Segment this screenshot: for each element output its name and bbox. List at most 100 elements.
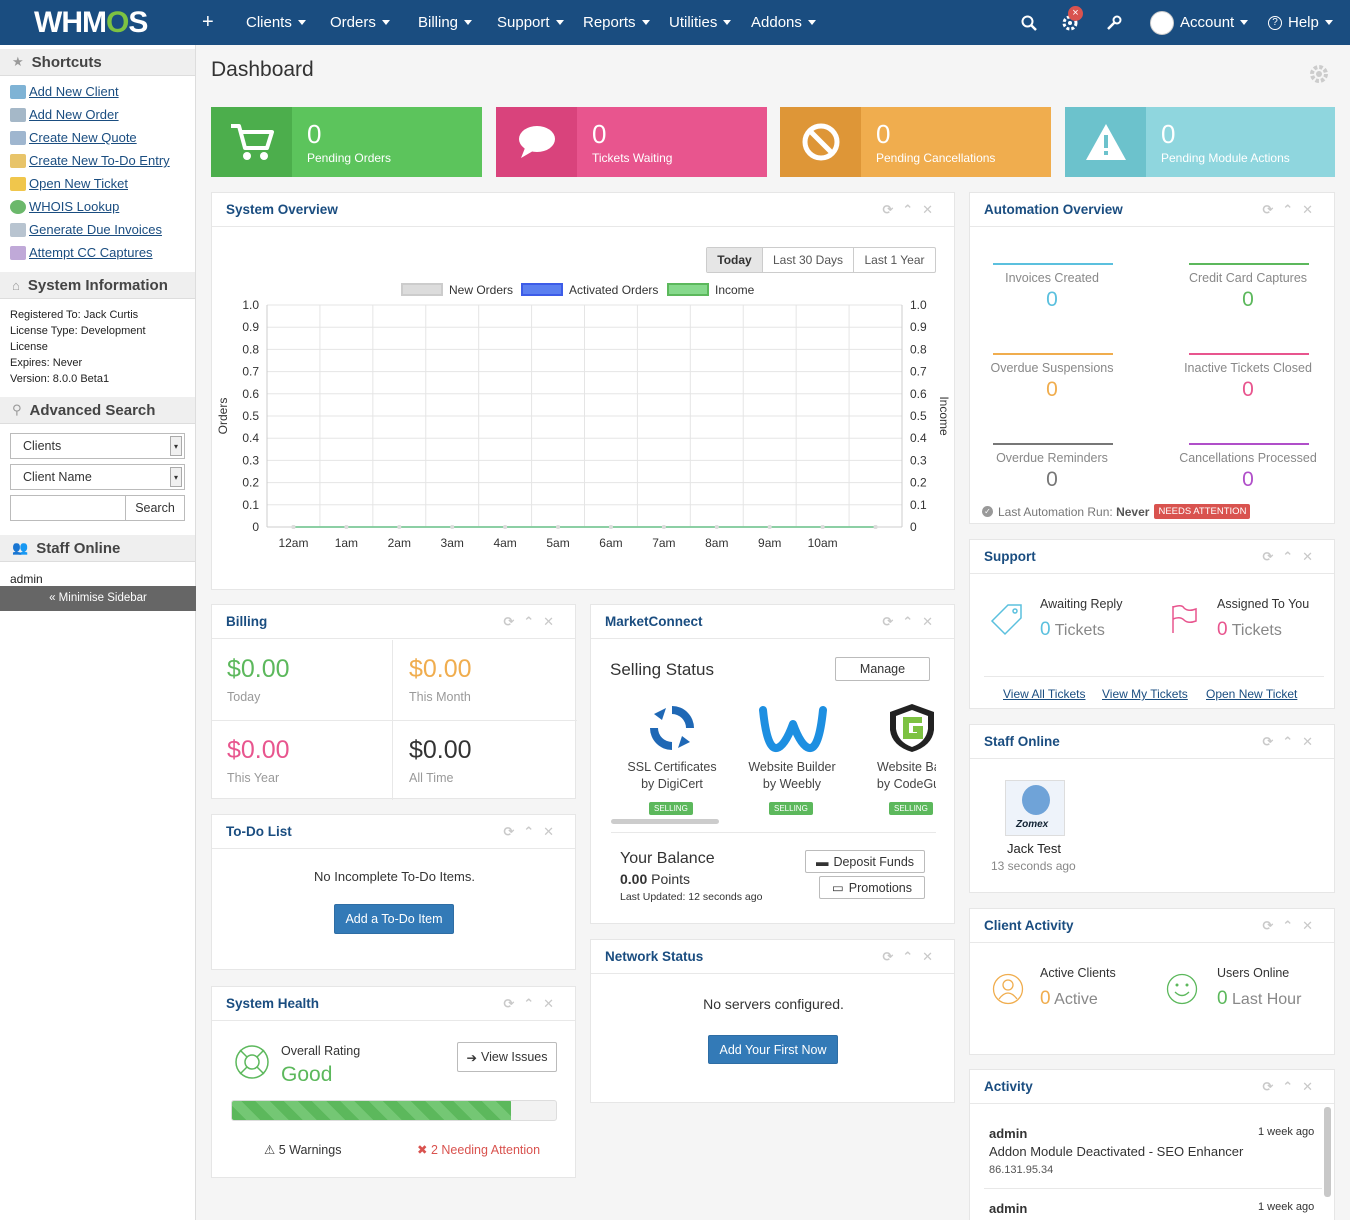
stat-label: Tickets Waiting	[592, 151, 673, 165]
billing-period: All Time	[409, 771, 454, 785]
search-field-select[interactable]: Client Name ▾	[10, 464, 185, 490]
warning-icon	[1065, 107, 1146, 177]
nav-reports[interactable]: Reports	[583, 0, 650, 45]
search-type-select[interactable]: Clients ▾	[10, 433, 185, 459]
automation-value: 0	[1046, 468, 1058, 491]
panel-controls[interactable]: ⟳⌃✕	[1262, 1079, 1322, 1095]
scrollbar[interactable]	[1324, 1107, 1331, 1197]
product-name: Website Bacby CodeGua	[876, 760, 936, 791]
panel-controls[interactable]: ⟳⌃✕	[882, 614, 942, 630]
view-my-tickets-link[interactable]: View My Tickets	[1102, 687, 1188, 701]
overall-rating-label: Overall Rating	[281, 1044, 361, 1058]
alert-badge[interactable]: ×	[1068, 6, 1083, 21]
check-circle-icon: ✓	[982, 506, 993, 517]
wrench-icon[interactable]	[1106, 0, 1122, 45]
view-issues-button[interactable]: ➔ View Issues	[457, 1042, 557, 1072]
warnings-count[interactable]: ⚠ 5 Warnings	[264, 1142, 341, 1157]
user-icon	[992, 973, 1024, 1008]
account-menu[interactable]: Account	[1150, 0, 1249, 45]
panel-controls[interactable]: ⟳⌃✕	[882, 202, 942, 218]
panel-controls[interactable]: ⟳⌃✕	[503, 824, 563, 840]
shortcut-open-ticket[interactable]: Open New Ticket	[0, 172, 195, 195]
panel-controls[interactable]: ⟳⌃✕	[1262, 202, 1322, 218]
x-tick-label: 5am	[546, 536, 569, 550]
panel-header: Support ⟳⌃✕	[970, 540, 1334, 574]
product-carousel[interactable]: SSL Certificates by DigiCert SELLING Webs…	[611, 697, 936, 827]
whmcs-logo[interactable]: WHMOS	[34, 6, 148, 40]
stat-pending-orders[interactable]: 0 Pending Orders	[211, 107, 482, 177]
shortcut-add-client[interactable]: Add New Client	[0, 80, 195, 103]
support-panel: Support ⟳⌃✕ Awaiting Reply 0 Tickets Assi…	[969, 539, 1335, 709]
shortcut-create-quote[interactable]: Create New Quote	[0, 126, 195, 149]
open-new-ticket-link[interactable]: Open New Ticket	[1206, 687, 1297, 701]
stat-tickets-waiting[interactable]: 0 Tickets Waiting	[496, 107, 767, 177]
billing-period: This Month	[409, 690, 471, 704]
shortcut-cc-captures[interactable]: Attempt CC Captures	[0, 241, 195, 264]
nav-support[interactable]: Support	[497, 0, 564, 45]
y-tick-label: 0.2	[242, 476, 259, 490]
comment-icon	[496, 107, 577, 177]
stat-label: Pending Orders	[307, 151, 392, 165]
add-todo-button[interactable]: Add a To-Do Item	[334, 904, 454, 934]
activity-time: 1 week ago	[1258, 1201, 1315, 1213]
panel-controls[interactable]: ⟳⌃✕	[1262, 918, 1322, 934]
nav-utilities[interactable]: Utilities	[669, 0, 732, 45]
add-server-button[interactable]: Add Your First Now	[708, 1035, 838, 1064]
shortcut-generate-invoices[interactable]: Generate Due Invoices	[0, 218, 195, 241]
panel-header: MarketConnect ⟳⌃✕	[591, 605, 954, 639]
users-icon: 👥	[12, 540, 29, 555]
shortcut-create-todo[interactable]: Create New To-Do Entry	[0, 149, 195, 172]
users-online-count: 0 Last Hour	[1217, 988, 1302, 1009]
search-button[interactable]: Search	[126, 495, 185, 521]
stat-value: 0	[1161, 119, 1176, 149]
shortcut-whois[interactable]: WHOIS Lookup	[0, 195, 195, 218]
panel-controls[interactable]: ⟳⌃✕	[503, 614, 563, 630]
automation-divider	[993, 443, 1113, 445]
tag-icon	[990, 602, 1024, 639]
system-info-header: ⌂ System Information	[0, 272, 195, 299]
marketconnect-panel: MarketConnect ⟳⌃✕ Selling Status Manage S…	[590, 604, 955, 924]
nav-addons[interactable]: Addons	[751, 0, 816, 45]
add-icon[interactable]: +	[202, 0, 214, 45]
help-menu[interactable]: ? Help	[1268, 0, 1333, 45]
stat-pending-module-actions[interactable]: 0 Pending Module Actions	[1065, 107, 1335, 177]
carousel-scrollbar[interactable]	[611, 819, 719, 824]
system-overview-chart: New Orders Activated Orders Income 0 0 0.1 0.1…	[216, 283, 951, 550]
view-all-tickets-link[interactable]: View All Tickets	[1003, 687, 1085, 701]
panel-controls[interactable]: ⟳⌃✕	[1262, 734, 1322, 750]
shortcut-add-order[interactable]: Add New Order	[0, 103, 195, 126]
awaiting-reply-count[interactable]: 0 Tickets	[1040, 619, 1105, 641]
system-overview-panel: System Overview ⟳⌃✕ Today Last 30 Days La…	[211, 192, 955, 590]
last-automation-run: ✓ Last Automation Run: Never NEEDS ATTEN…	[982, 504, 1251, 519]
promotions-button[interactable]: ▭ Promotions	[819, 876, 925, 899]
page-title: Dashboard	[211, 58, 314, 81]
deposit-funds-button[interactable]: ▬ Deposit Funds	[805, 850, 925, 873]
robot-figure	[1022, 785, 1050, 815]
top-navbar: WHMOS + Clients Orders Billing Support R…	[0, 0, 1350, 45]
nav-orders[interactable]: Orders	[330, 0, 390, 45]
panel-controls[interactable]: ⟳⌃✕	[503, 996, 563, 1012]
y-tick-label-right: 1.0	[910, 298, 927, 312]
dashboard-settings-gear-icon[interactable]	[1308, 63, 1330, 88]
nav-billing[interactable]: Billing	[418, 0, 473, 45]
stat-pending-cancellations[interactable]: 0 Pending Cancellations	[780, 107, 1051, 177]
minimise-sidebar-button[interactable]: « Minimise Sidebar	[0, 586, 196, 611]
balance-points: 0.00 Points	[620, 871, 691, 887]
search-input[interactable]	[10, 495, 126, 521]
legend-swatch	[521, 283, 563, 296]
x-tick-label: 2am	[388, 536, 411, 550]
panel-controls[interactable]: ⟳⌃✕	[882, 949, 942, 965]
search-icon[interactable]	[1021, 0, 1037, 45]
assigned-count[interactable]: 0 Tickets	[1217, 619, 1282, 641]
panel-controls[interactable]: ⟳⌃✕	[1262, 549, 1322, 565]
nav-clients[interactable]: Clients	[246, 0, 306, 45]
activity-panel: Activity ⟳⌃✕ admin 1 week ago Addon Modul…	[969, 1069, 1335, 1220]
network-empty-message: No servers configured.	[703, 996, 844, 1012]
balance-title: Your Balance	[620, 850, 715, 867]
panel-header: System Health ⟳⌃✕	[212, 987, 575, 1021]
manage-button[interactable]: Manage	[835, 657, 930, 681]
y-tick-label: 0.6	[242, 387, 259, 401]
stat-value: 0	[876, 119, 891, 149]
needing-attention-count[interactable]: ✖ 2 Needing Attention	[417, 1142, 540, 1157]
legend-swatch	[667, 283, 709, 296]
